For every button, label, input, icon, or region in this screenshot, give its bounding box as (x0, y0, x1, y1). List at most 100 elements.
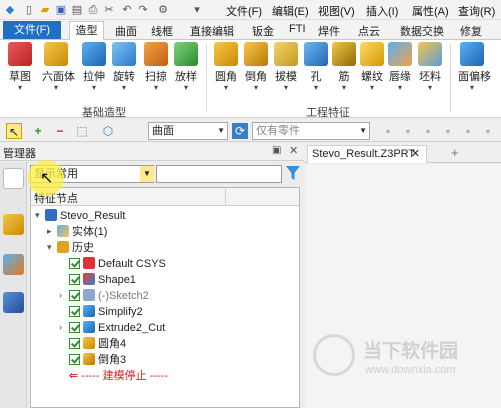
tool-icon[interactable]: ▪ (460, 123, 476, 139)
app-logo-icon[interactable]: ◆ (3, 3, 17, 17)
tab-repair[interactable]: 修复 (460, 23, 482, 39)
thread-button[interactable]: 螺纹 ▾ (358, 42, 386, 92)
visibility-checkbox[interactable] (69, 258, 80, 269)
feature-tree: 特征节点 ▾ Stevo_Result ▸ 实体(1) ▾ 历史 Default… (30, 187, 300, 408)
expand-icon[interactable]: › (59, 322, 62, 332)
undo-icon[interactable]: ↶ (120, 3, 134, 17)
revolve-button[interactable]: 旋转 ▾ (110, 42, 138, 92)
solid-icon (57, 225, 69, 237)
redo-icon[interactable]: ↷ (136, 3, 150, 17)
tab-modeling[interactable]: 造型 (69, 21, 104, 41)
tool-icon[interactable]: ▪ (380, 123, 396, 139)
document-tab[interactable]: Stevo_Result.Z3PRT ✕ (307, 145, 427, 163)
menu-insert[interactable]: 插入(I) (366, 3, 398, 19)
tool-icon[interactable]: ▪ (400, 123, 416, 139)
rib-button[interactable]: 筋 ▾ (330, 42, 358, 92)
menu-query[interactable]: 查询(R) (458, 3, 495, 19)
chamfer-button[interactable]: 倒角 ▾ (242, 42, 270, 92)
sweep-button[interactable]: 扫掠 ▾ (142, 42, 170, 92)
lip-button[interactable]: 唇缘 ▾ (386, 42, 414, 92)
new-file-icon[interactable]: ▯ (22, 3, 36, 17)
tree-item[interactable]: Default CSYS (69, 256, 166, 272)
graphics-area[interactable]: 当下软件园 www.downxia.com (305, 164, 501, 408)
draft-button[interactable]: 拔模 ▾ (272, 42, 300, 92)
sketch-button[interactable]: 草图 ▾ (6, 42, 34, 92)
tab-surface[interactable]: 曲面 (115, 23, 137, 39)
manager-sidebar (0, 162, 27, 408)
visibility-checkbox[interactable] (69, 306, 80, 317)
close-tab-icon[interactable]: ✕ (411, 146, 420, 162)
visibility-checkbox[interactable] (69, 322, 80, 333)
loft-button[interactable]: 放样 ▾ (172, 42, 200, 92)
tab-wireframe[interactable]: 线框 (151, 23, 173, 39)
tree-search-input[interactable] (156, 165, 282, 183)
hole-button[interactable]: 孔 ▾ (302, 42, 330, 92)
visibility-checkbox[interactable] (69, 290, 80, 301)
tab-file[interactable]: 文件(F) (3, 21, 61, 39)
menu-edit[interactable]: 编辑(E) (272, 3, 309, 19)
menu-attribute[interactable]: 属性(A) (412, 3, 449, 19)
pin-icon[interactable]: ▣ (272, 145, 281, 156)
tab-sheetmetal[interactable]: 钣金 (252, 23, 274, 39)
menu-view[interactable]: 视图(V) (318, 3, 355, 19)
remove-icon[interactable]: − (52, 123, 68, 139)
tree-item[interactable]: 倒角3 (69, 352, 126, 368)
open-folder-icon[interactable]: ▰ (38, 3, 52, 17)
settings-icon[interactable]: ⚙ (156, 3, 170, 17)
add-icon[interactable]: + (30, 123, 46, 139)
tool-icon[interactable]: ▪ (420, 123, 436, 139)
tool-icon[interactable]: ▪ (480, 123, 496, 139)
tree-tab-icon[interactable] (3, 168, 24, 189)
tab-data-exchange[interactable]: 数据交换 (400, 23, 444, 39)
chevron-down-icon[interactable]: ▼ (140, 166, 154, 182)
rollback-bar[interactable]: ⇐ ----- 建模停止 ----- (69, 368, 168, 384)
expand-icon[interactable]: › (59, 290, 62, 300)
user-tab-icon[interactable] (3, 292, 24, 313)
tree-solid[interactable]: 实体(1) (57, 224, 107, 240)
visibility-checkbox[interactable] (69, 338, 80, 349)
tab-fti[interactable]: FTI (289, 23, 306, 35)
view-tab-icon[interactable] (3, 254, 24, 275)
tab-weldment[interactable]: 焊件 (318, 23, 340, 39)
feature-group-label: 工程特征 (306, 107, 350, 119)
fillet-button[interactable]: 圆角 ▾ (212, 42, 240, 92)
cut-icon[interactable]: ✂ (102, 3, 116, 17)
tool-icon[interactable]: ▪ (440, 123, 456, 139)
hexagon-icon[interactable]: ⬡ (100, 123, 116, 139)
tab-direct-edit[interactable]: 直接编辑 (190, 23, 234, 39)
tree-item[interactable]: Extrude2_Cut (69, 320, 165, 336)
stock-button[interactable]: 坯料 ▾ (416, 42, 444, 92)
tree-root[interactable]: Stevo_Result (45, 208, 125, 224)
box-button[interactable]: 六面体 ▾ (42, 42, 75, 92)
collapse-icon[interactable]: ▾ (47, 242, 52, 253)
visibility-checkbox[interactable] (69, 354, 80, 365)
tree-item[interactable]: 圆角4 (69, 336, 126, 352)
extrude-button[interactable]: 拉伸 ▾ (80, 42, 108, 92)
menu-file[interactable]: 文件(F) (226, 3, 262, 19)
select-arrow-icon[interactable]: ↖ (6, 123, 22, 139)
expand-icon[interactable]: ▸ (47, 226, 52, 237)
filter-combo[interactable]: 仅有零件 ▼ (252, 122, 370, 140)
tree-history[interactable]: 历史 (57, 240, 94, 256)
tree-item[interactable]: Shape1 (69, 272, 136, 288)
save-icon[interactable]: ▣ (54, 3, 68, 17)
collapse-icon[interactable]: ▾ (35, 210, 40, 221)
surface-combo[interactable]: 曲面 ▼ (148, 122, 228, 140)
tree-item[interactable]: Simplify2 (69, 304, 143, 320)
tab-pointcloud[interactable]: 点云 (358, 23, 380, 39)
visibility-checkbox[interactable] (69, 274, 80, 285)
filter-toggle-icon[interactable]: ⟳ (232, 123, 248, 139)
rib-icon (332, 42, 356, 66)
save-as-icon[interactable]: ▤ (70, 3, 84, 17)
part-tab-icon[interactable] (3, 214, 24, 235)
dropdown-icon[interactable]: ▾ (190, 3, 204, 17)
box-select-icon[interactable]: ⬚ (74, 123, 90, 139)
print-icon[interactable]: ⎙ (86, 3, 100, 17)
chevron-down-icon: ▼ (217, 126, 225, 135)
new-tab-icon[interactable]: + (451, 145, 459, 160)
filter-funnel-icon[interactable] (285, 164, 301, 182)
face-offset-button[interactable]: 面偏移 ▾ (458, 42, 491, 92)
close-icon[interactable]: ✕ (289, 144, 298, 157)
tree-item[interactable]: (-)Sketch2 (69, 288, 149, 304)
arrow-left-icon: ⇐ (69, 370, 79, 382)
